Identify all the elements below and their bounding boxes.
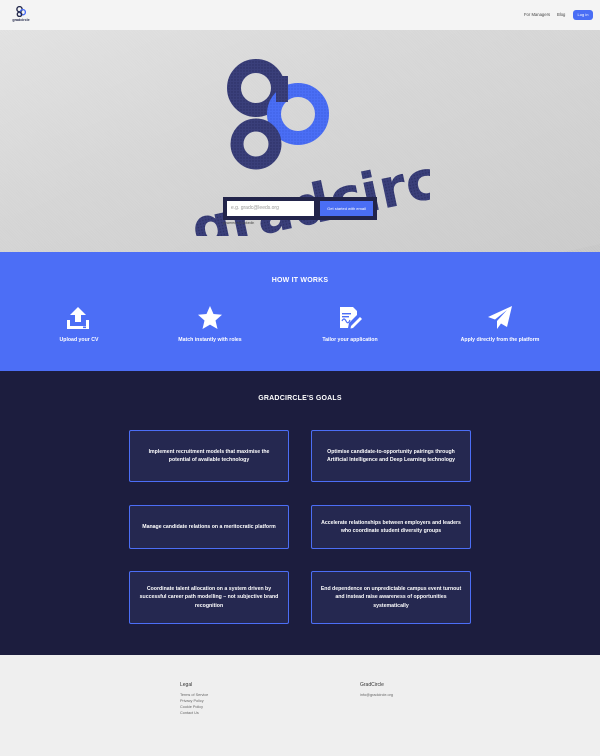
goal-card: Accelerate relationships between employe…: [311, 505, 471, 549]
how-it-works-section: HOW IT WORKS Upload your CV Match instan…: [0, 252, 600, 371]
nav-blog-link[interactable]: Blog: [557, 12, 565, 17]
goal-card: End dependence on unpredictable campus e…: [311, 571, 471, 624]
hero-section: gradcircle e.g. gradc@leeds.org Get star…: [0, 30, 600, 252]
page: gradcircle For Managers Blog Log in grad…: [0, 0, 600, 756]
footer-cookie-link[interactable]: Cookie Policy: [180, 705, 203, 709]
goal-card: Coordinate talent allocation on a system…: [129, 571, 289, 624]
goal-text: Implement recruitment models that maximi…: [148, 448, 270, 464]
get-started-button[interactable]: Get started with email: [320, 201, 373, 216]
gradcircle-logo[interactable]: gradcircle: [10, 6, 32, 24]
step-label-upload: Upload your CV: [59, 337, 99, 343]
goal-text: End dependence on unpredictable campus e…: [320, 585, 462, 609]
logo-wordmark: gradcircle: [12, 18, 30, 22]
footer-contact-link[interactable]: Contact Us: [180, 711, 199, 715]
login-button[interactable]: Log in: [573, 10, 593, 20]
goals-title: GRADCIRCLE'S GOALS: [258, 395, 342, 402]
goal-text: Accelerate relationships between employe…: [321, 519, 461, 535]
powered-by-note: powered by LinkedIn: [223, 221, 255, 225]
goal-card: Optimise candidate-to-opportunity pairin…: [311, 430, 471, 482]
goal-text: Manage candidate relations on a meritocr…: [142, 523, 276, 530]
footer-privacy-link[interactable]: Privacy Policy: [180, 699, 204, 703]
gradcircle-logo-icon: [16, 6, 26, 17]
goal-text: Optimise candidate-to-opportunity pairin…: [327, 448, 455, 464]
goal-card: Implement recruitment models that maximi…: [129, 430, 289, 482]
paper-plane-icon: [488, 306, 512, 329]
step-label-match: Match instantly with roles: [178, 337, 242, 343]
goal-text: Coordinate talent allocation on a system…: [139, 585, 279, 609]
step-label-apply: Apply directly from the platform: [460, 337, 540, 343]
how-it-works-title: HOW IT WORKS: [271, 277, 329, 284]
footer-company-heading: GradCircle: [360, 682, 384, 688]
goals-section: GRADCIRCLE'S GOALS Implement recruitment…: [0, 371, 600, 655]
footer-legal-heading: Legal: [180, 682, 193, 688]
footer: Legal Terms of Service Privacy Policy Co…: [0, 655, 600, 756]
top-navbar: gradcircle For Managers Blog Log in: [0, 0, 600, 30]
email-input[interactable]: e.g. gradc@leeds.org: [227, 201, 314, 216]
nav-for-managers-link[interactable]: For Managers: [524, 12, 550, 17]
edit-document-icon: [340, 307, 362, 329]
signup-bar: e.g. gradc@leeds.org Get started with em…: [223, 197, 377, 220]
step-label-tailor: Tailor your application: [322, 337, 378, 343]
upload-icon: [67, 307, 89, 329]
goal-card: Manage candidate relations on a meritocr…: [129, 505, 289, 549]
star-icon: [198, 306, 222, 329]
footer-terms-link[interactable]: Terms of Service: [180, 693, 208, 697]
footer-email-link[interactable]: info@gradcircle.org: [360, 693, 393, 697]
